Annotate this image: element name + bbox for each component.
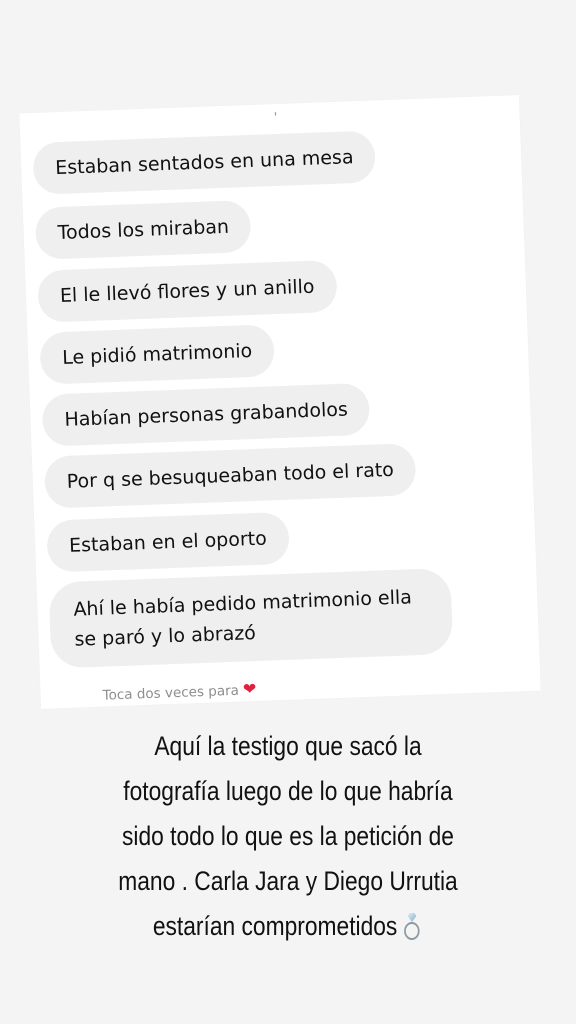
message-bubble-3: El le llevó flores y un anillo <box>37 259 338 323</box>
reaction-hint-text: Toca dos veces para <box>102 682 240 704</box>
message-bubble-6: Por q se besuqueaban todo el rato <box>43 443 417 509</box>
caption-line-4: mano . Carla Jara y Diego Urrutia <box>118 866 458 896</box>
caption-line-2: fotografía luego de lo que habría <box>123 776 453 806</box>
reaction-hint: Toca dos veces para ❤ <box>102 679 256 704</box>
message-bubble-4: Le pidió matrimonio <box>39 324 276 385</box>
caption-line-5-text: estarían comprometidos <box>152 911 398 941</box>
message-bubble-8: Ahí le había pedido matrimonio ella se p… <box>48 567 454 669</box>
message-bubble-1: Estaban sentados en una mesa <box>32 130 377 195</box>
caption-line-5: estarían comprometidos <box>58 904 519 949</box>
dm-screenshot: , Estaban sentados en una mesa Todos los… <box>19 95 541 709</box>
message-bubble-2: Todos los miraban <box>34 199 252 260</box>
message-bubble-5: Habían personas grabandolos <box>41 382 371 447</box>
story-caption: Aquí la testigo que sacó la fotografía l… <box>58 724 519 949</box>
ring-icon <box>403 911 424 941</box>
message-bubble-7: Estaban en el oporto <box>46 511 290 573</box>
story-canvas: , Estaban sentados en una mesa Todos los… <box>0 0 576 1024</box>
heart-icon: ❤ <box>242 679 257 699</box>
caption-line-1: Aquí la testigo que sacó la <box>154 731 422 761</box>
caption-line-3: sido todo lo que es la petición de <box>122 821 454 851</box>
top-cropped-fragment: , <box>272 100 278 118</box>
